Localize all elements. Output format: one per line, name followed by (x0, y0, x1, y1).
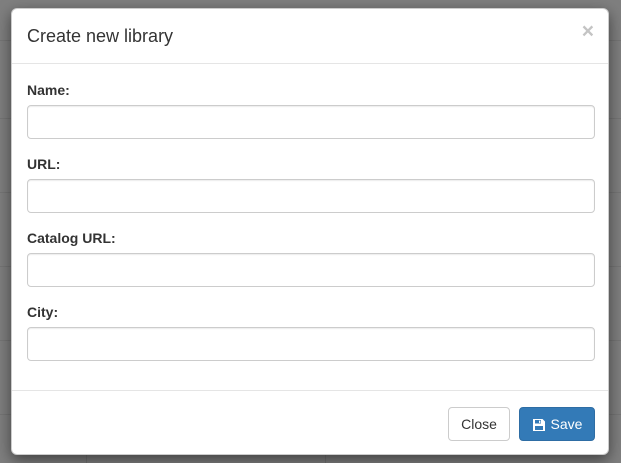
form-group-name: Name: (27, 64, 595, 139)
city-input[interactable] (27, 327, 595, 361)
close-button[interactable]: Close (448, 407, 510, 441)
catalog-url-input[interactable] (27, 253, 595, 287)
url-input[interactable] (27, 179, 595, 213)
modal-header: Create new library × (12, 9, 608, 64)
catalog-url-label: Catalog URL: (27, 230, 116, 246)
modal-footer: Close Save (12, 390, 608, 454)
close-icon[interactable]: × (582, 20, 594, 44)
form-group-url: URL: (27, 138, 595, 213)
save-button-label: Save (550, 416, 583, 432)
url-label: URL: (27, 156, 61, 172)
create-library-modal: Create new library × Name: URL: Catalog … (11, 8, 609, 455)
city-label: City: (27, 304, 59, 320)
name-label: Name: (27, 82, 70, 98)
modal-title: Create new library (27, 26, 174, 46)
floppy-disk-icon (532, 417, 546, 431)
background-divider (86, 455, 87, 463)
close-button-label: Close (461, 416, 497, 432)
background-divider (325, 455, 326, 463)
form-group-city: City: (27, 286, 595, 361)
name-input[interactable] (27, 105, 595, 139)
form-group-catalog-url: Catalog URL: (27, 212, 595, 287)
save-button[interactable]: Save (519, 407, 595, 441)
modal-body: Name: URL: Catalog URL: City: (27, 64, 595, 361)
